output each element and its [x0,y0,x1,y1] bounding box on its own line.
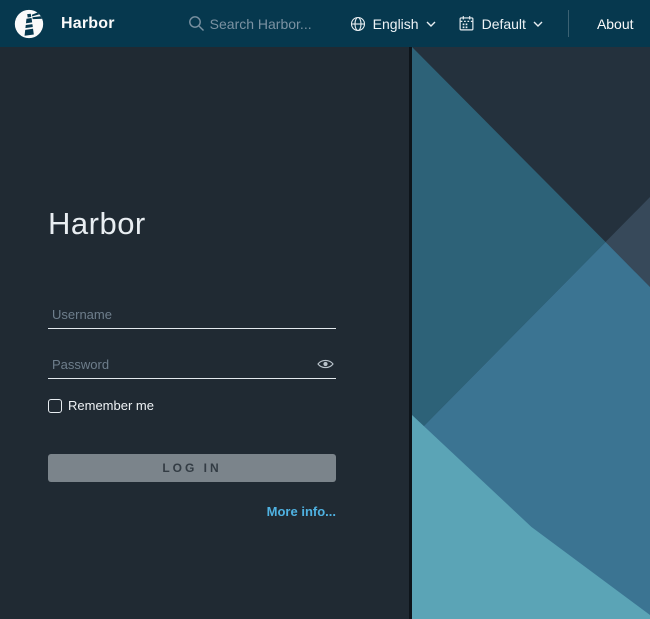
username-input[interactable] [48,303,336,328]
calendar-grid-icon [458,15,475,32]
search-input[interactable] [210,16,350,32]
password-field-wrap [48,353,336,379]
chevron-down-icon [426,21,436,27]
about-link[interactable]: About [597,16,634,32]
search-icon [188,15,205,32]
login-pane: Harbor Remember me [0,47,409,619]
more-info-row: More info... [48,503,336,521]
log-in-button[interactable]: LOG IN [48,454,336,482]
decorative-background-pane [409,47,650,619]
password-visibility-toggle[interactable] [317,358,334,370]
background-triangles [412,47,650,619]
brand-home-link[interactable]: Harbor [12,7,115,41]
language-label: English [373,16,419,32]
app-header: Harbor English [0,0,650,47]
remember-me-checkbox[interactable] [48,399,62,413]
search-box [188,15,350,32]
globe-icon [350,16,366,32]
username-field-wrap [48,303,336,329]
remember-me-row: Remember me [48,398,154,413]
eye-icon [317,358,334,373]
theme-label: Default [482,16,526,32]
page-title: Harbor [48,206,146,242]
header-right: English De [350,10,634,37]
language-dropdown[interactable]: English [350,16,436,32]
header-divider [568,10,569,37]
remember-me-label: Remember me [68,398,154,413]
chevron-down-icon [533,21,543,27]
theme-dropdown[interactable]: Default [458,15,543,32]
main-content: Harbor Remember me [0,47,650,619]
password-input[interactable] [48,353,336,378]
more-info-link[interactable]: More info... [267,504,336,519]
brand-title: Harbor [61,15,115,33]
harbor-logo-icon [12,7,46,41]
